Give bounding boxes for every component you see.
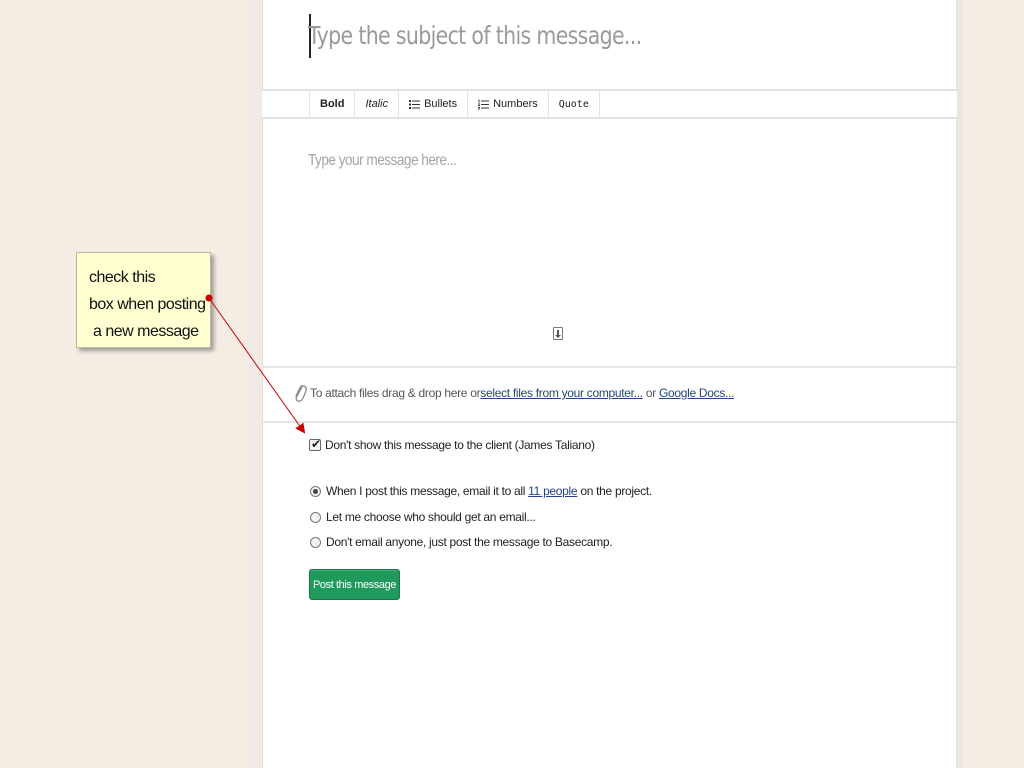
post-message-button[interactable]: Post this message [309, 569, 400, 600]
email-all-label-prefix: When I post this message, email it to al… [326, 484, 529, 498]
attach-instructions: To attach files drag & drop here or [310, 386, 481, 400]
email-all-radio[interactable] [310, 485, 321, 497]
attach-files-row: To attach files drag & drop here or sele… [293, 380, 734, 406]
email-all-option[interactable]: When I post this message, email it to al… [310, 484, 652, 498]
bold-button[interactable]: Bold [309, 91, 354, 117]
expand-editor-icon[interactable] [553, 327, 563, 340]
page-right-gutter [957, 0, 962, 768]
email-all-label-suffix: on the project. [577, 484, 652, 498]
paperclip-icon [295, 385, 307, 402]
bullets-button[interactable]: Bullets [398, 91, 467, 117]
quote-label: Quote [558, 98, 589, 110]
divider [262, 421, 957, 423]
no-email-radio[interactable] [310, 536, 321, 548]
hide-from-client-option[interactable]: ✔ Don't show this message to the client … [309, 437, 595, 452]
subject-input[interactable]: Type the subject of this message... [308, 14, 816, 58]
no-email-option[interactable]: Don't email anyone, just post the messag… [310, 535, 613, 549]
numbers-button[interactable]: Numbers [467, 91, 548, 117]
italic-button[interactable]: Italic [354, 91, 398, 117]
hide-from-client-label: Don't show this message to the client (J… [325, 438, 595, 452]
bullet-list-icon [409, 99, 421, 109]
callout-line-1: check this [89, 269, 156, 286]
message-body-placeholder: Type your message here... [308, 152, 457, 169]
page-left-gutter [247, 0, 262, 768]
google-docs-link[interactable]: Google Docs... [659, 386, 734, 400]
bullets-label: Bullets [424, 98, 458, 110]
choose-recipients-radio[interactable] [310, 511, 321, 523]
formatting-toolbar: Bold Italic Bullets Numbers Quote [262, 89, 957, 119]
choose-recipients-option[interactable]: Let me choose who should get an email... [310, 510, 536, 524]
quote-button[interactable]: Quote [547, 91, 600, 117]
people-count-link[interactable]: 11 people [528, 484, 577, 498]
choose-recipients-label: Let me choose who should get an email... [326, 510, 536, 524]
no-email-label: Don't email anyone, just post the messag… [326, 535, 613, 549]
annotation-callout: check this box when posting a new messag… [76, 252, 211, 348]
bold-label: Bold [320, 98, 345, 110]
select-files-link[interactable]: select files from your computer... [480, 386, 643, 400]
attach-or-text: or [642, 386, 659, 400]
italic-label: Italic [365, 98, 389, 110]
callout-line-3: a new message [93, 323, 199, 340]
hide-from-client-checkbox[interactable]: ✔ [309, 437, 321, 451]
checkmark-icon: ✔ [311, 437, 321, 451]
numbers-label: Numbers [493, 98, 538, 110]
numbered-list-icon [478, 99, 490, 109]
divider [262, 366, 957, 368]
callout-line-2: box when posting [89, 296, 206, 313]
